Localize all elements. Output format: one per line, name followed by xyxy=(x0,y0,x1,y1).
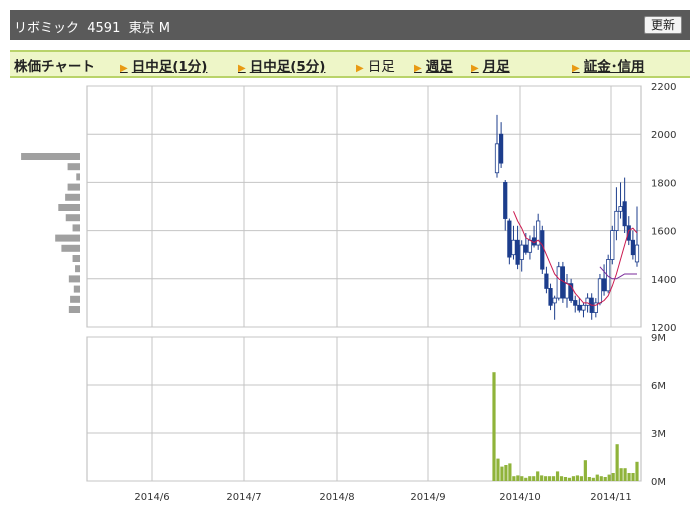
candle-body xyxy=(601,278,607,292)
volume-bar xyxy=(563,477,568,481)
x-tick-label: 2014/6 xyxy=(134,492,169,503)
candle-body xyxy=(630,239,635,256)
volume-bar xyxy=(599,476,603,481)
volume-bar xyxy=(571,476,576,481)
volume-bar xyxy=(579,476,583,481)
volume-bar xyxy=(524,477,528,481)
volume-bar xyxy=(504,465,508,481)
candle-body xyxy=(527,239,533,253)
candle-body xyxy=(499,133,504,164)
volume-profile-bar xyxy=(55,234,80,242)
volume-bar xyxy=(508,463,512,481)
x-tick-label: 2014/8 xyxy=(319,492,354,503)
candle-body xyxy=(622,201,627,227)
volume-tick-label: 3M xyxy=(651,429,666,440)
volume-bar xyxy=(492,372,496,481)
volume-bar xyxy=(516,475,520,481)
volume-bar xyxy=(635,461,639,481)
volume-profile-bar xyxy=(65,214,80,222)
candle-body xyxy=(564,283,570,299)
volume-bar xyxy=(496,458,500,481)
candle-body xyxy=(597,278,603,304)
candle-body xyxy=(556,266,561,299)
volume-tick-label: 9M xyxy=(651,333,666,344)
volume-bar xyxy=(627,473,631,481)
candle-body xyxy=(618,206,623,212)
volume-tick-label: 0M xyxy=(651,477,666,488)
volume-profile-bar xyxy=(70,295,80,303)
volume-profile-bar xyxy=(68,306,80,313)
candle-body xyxy=(610,230,615,260)
volume-bar xyxy=(587,477,591,481)
volume-profile-bar xyxy=(61,244,80,252)
volume-bar xyxy=(575,475,580,481)
volume-bar xyxy=(551,476,556,481)
x-tick-label: 2014/10 xyxy=(499,492,541,503)
volume-profile-bar xyxy=(76,173,80,181)
price-tick-label: 1400 xyxy=(651,275,676,286)
volume-panel xyxy=(86,336,642,482)
volume-profile-bar xyxy=(68,275,80,283)
candle-body xyxy=(507,220,512,258)
candle-body xyxy=(544,273,549,289)
volume-profile-bar xyxy=(73,285,80,293)
volume-bar xyxy=(595,474,599,481)
candle-body xyxy=(503,181,508,219)
volume-profile-bar xyxy=(75,265,80,273)
volume-bar xyxy=(559,476,564,481)
volume-bar xyxy=(536,471,540,481)
volume-profile-bar xyxy=(72,255,80,262)
volume-profile-bar xyxy=(67,163,80,171)
volume-bar xyxy=(540,475,544,481)
candle-body xyxy=(494,143,500,174)
volume-bar xyxy=(631,473,635,481)
volume-bar xyxy=(548,476,552,481)
volume-bar xyxy=(532,476,536,481)
volume-bar xyxy=(555,471,560,481)
x-tick-label: 2014/11 xyxy=(590,492,632,503)
x-tick-label: 2014/7 xyxy=(226,492,261,503)
volume-bar xyxy=(603,477,607,481)
candle-body xyxy=(523,244,528,253)
volume-bar xyxy=(619,468,623,481)
volume-bar xyxy=(607,474,611,481)
candle-body xyxy=(577,304,582,311)
candle-body xyxy=(581,304,586,311)
candle-body xyxy=(511,239,516,256)
volume-bar xyxy=(528,476,532,481)
volume-bar xyxy=(512,476,516,481)
volume-tick-label: 6M xyxy=(651,381,666,392)
volume-bar xyxy=(567,477,572,481)
candle-body xyxy=(634,244,640,263)
volume-bar xyxy=(611,473,615,481)
volume-bar xyxy=(520,476,524,481)
price-tick-label: 1800 xyxy=(651,178,676,189)
volume-bar xyxy=(583,460,587,481)
candle-body xyxy=(519,244,524,260)
candle-body xyxy=(585,297,590,306)
volume-bar xyxy=(500,466,504,481)
price-tick-label: 2000 xyxy=(651,130,676,141)
volume-bar xyxy=(544,476,548,481)
volume-bar xyxy=(591,477,595,481)
x-tick-label: 2014/9 xyxy=(410,492,445,503)
volume-profile-bar xyxy=(21,153,81,160)
volume-bar xyxy=(623,468,627,481)
candle-body xyxy=(614,210,619,232)
volume-profile-bar xyxy=(58,204,80,211)
candle-body xyxy=(573,300,578,306)
volume-profile-bar xyxy=(67,183,80,191)
candle-body xyxy=(540,230,545,270)
volume-bar xyxy=(615,444,619,481)
candle-body xyxy=(548,288,553,306)
candle-body xyxy=(626,225,631,241)
volume-profile-bar xyxy=(72,224,80,232)
volume-profile-bar xyxy=(65,193,80,201)
candle-body xyxy=(552,297,557,304)
price-tick-label: 2200 xyxy=(651,82,676,93)
price-tick-label: 1600 xyxy=(651,227,676,238)
candle-body xyxy=(515,239,520,265)
stock-chart: 1200140016001800200022000M3M6M9M2014/6 20… xyxy=(21,82,676,503)
